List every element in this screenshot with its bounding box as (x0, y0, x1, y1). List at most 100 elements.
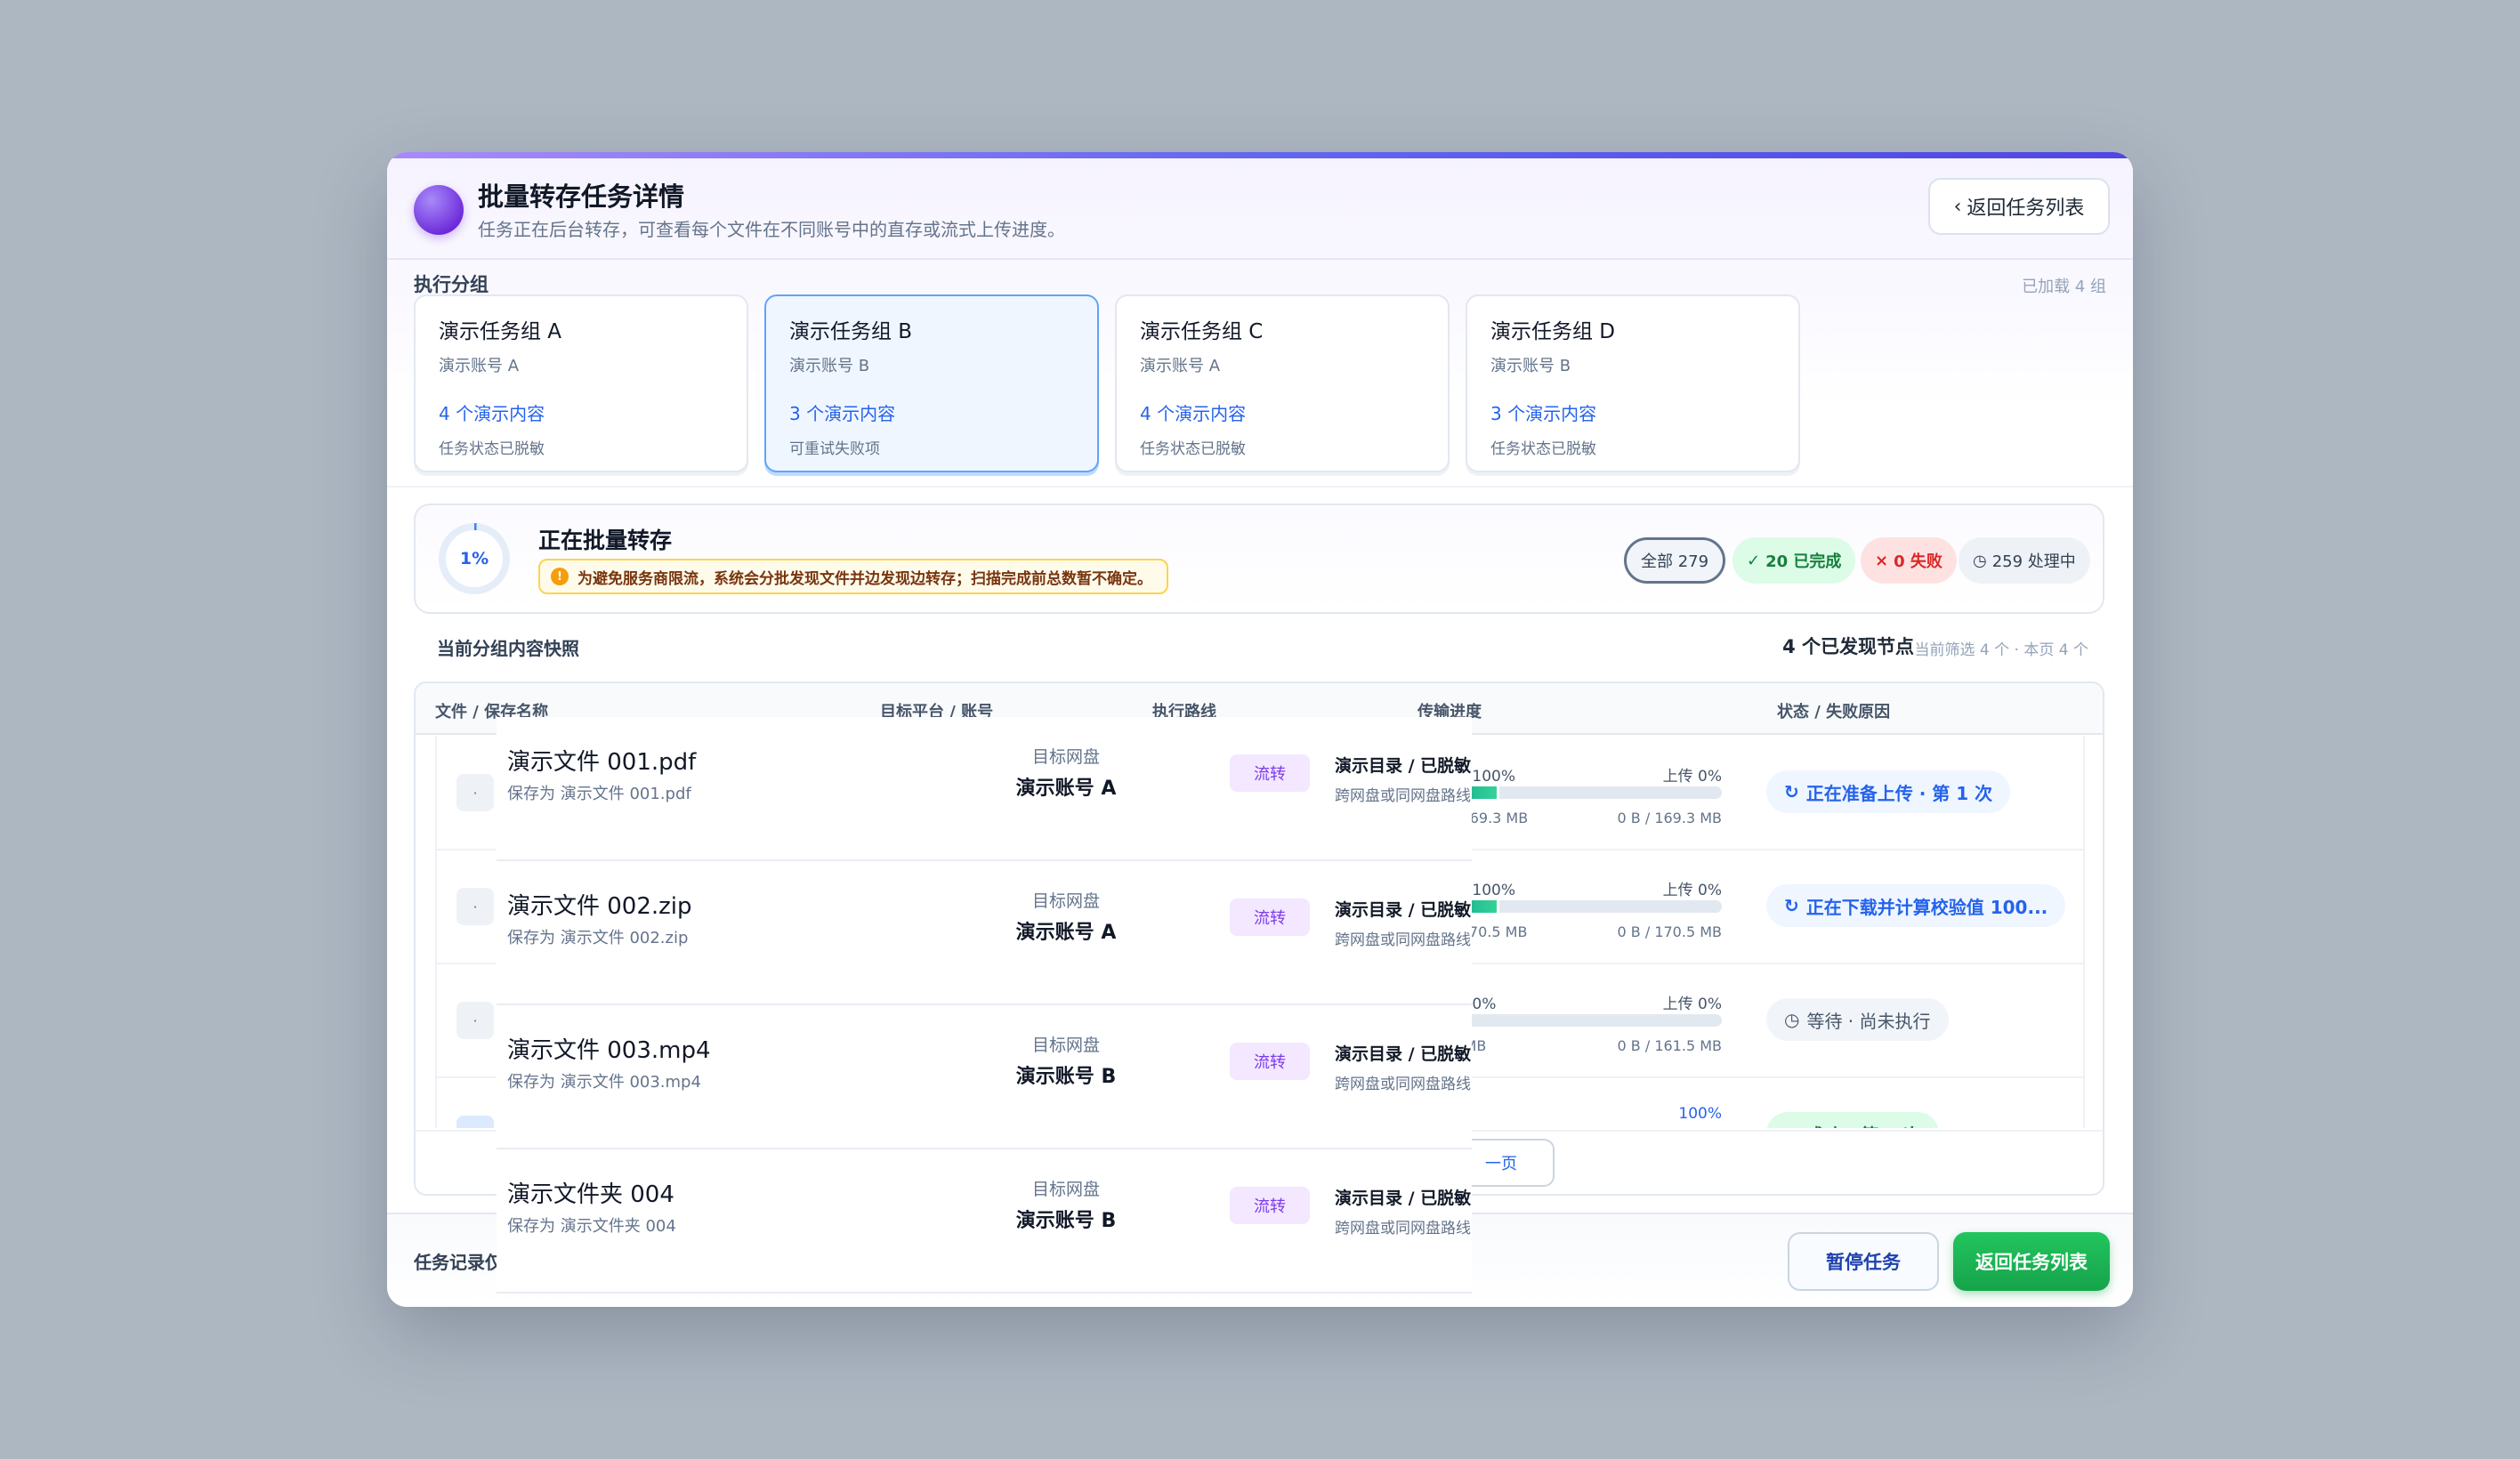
target-directory: 演示目录 / 已脱敏 (1335, 1044, 1472, 1064)
target-platform: 目标网盘 (1031, 1180, 1100, 1199)
progress-track (1437, 900, 1722, 913)
route-badge: 流转 (1230, 754, 1310, 792)
refresh-icon: ↻ (1784, 895, 1799, 916)
route-badge: 流转 (1230, 1043, 1310, 1080)
progress-percent: 1% (446, 530, 503, 587)
filter-all-label: 全部 279 (1641, 552, 1709, 571)
group-account: 演示账号 A (1140, 357, 1221, 375)
list-item[interactable]: 演示文件 003.mp4 保存为 演示文件 003.mp4 目标网盘 演示账号 … (497, 1005, 1472, 1149)
group-card-c[interactable]: 演示任务组 C 演示账号 A 4 个演示内容 任务状态已脱敏 (1115, 294, 1450, 472)
status-text: 正在准备上传 · 第 1 次 (1805, 782, 1993, 804)
group-status: 可重试失败项 (789, 440, 880, 458)
check-icon: ✓ (1747, 551, 1761, 570)
check-icon: ✓ (1784, 1123, 1799, 1128)
filter-processing-label: 259 处理中 (1991, 552, 2076, 571)
filter-fail[interactable]: × 0 失败 (1861, 537, 1957, 584)
save-as-name: 保存为 演示文件 002.zip (507, 929, 689, 947)
upload-progress-label: 上传 0% (1662, 882, 1722, 899)
folder-icon: ▪ (456, 1116, 494, 1128)
target-platform: 目标网盘 (1031, 891, 1100, 911)
uploaded-size: 0 B / 170.5 MB (1617, 923, 1722, 940)
batch-progress-panel: 1% 正在批量转存 ! 为避免服务商限流，系统会分批发现文件并边发现边转存；扫描… (414, 504, 2104, 614)
progress-track (1437, 1014, 1722, 1027)
file-name: 演示文件 002.zip (507, 893, 692, 920)
route-badge: 流转 (1230, 899, 1310, 936)
list-item[interactable]: 演示文件 002.zip 保存为 演示文件 002.zip 目标网盘 演示账号 … (497, 861, 1472, 1005)
discovered-nodes-count: 4 个已发现节点 (1782, 636, 1914, 657)
file-icon: · (456, 774, 494, 811)
back-to-list-label: 返回任务列表 (1967, 197, 2085, 220)
progress-track (1437, 786, 1722, 799)
file-rows-overlay: 演示文件 001.pdf 保存为 演示文件 001.pdf 目标网盘 演示账号 … (497, 717, 1472, 1295)
route-description: 跨网盘或同网盘路线 (1335, 1076, 1471, 1093)
route-description: 跨网盘或同网盘路线 (1335, 931, 1471, 949)
chevron-left-icon: ‹ (1953, 195, 1962, 218)
status-text: 等待 · 尚未执行 (1806, 1010, 1931, 1032)
header-divider (387, 258, 2133, 260)
group-name: 演示任务组 B (789, 320, 913, 343)
warning-icon: ! (551, 568, 569, 585)
file-icon: · (456, 888, 494, 925)
status-text: 成功 · 第 1 次 (1806, 1121, 1921, 1129)
target-account: 演示账号 B (1015, 1066, 1117, 1088)
route-description: 跨网盘或同网盘路线 (1335, 1220, 1471, 1237)
group-account: 演示账号 A (439, 357, 520, 375)
status-badge: ↻ 正在下载并计算校验值 100... (1766, 884, 2066, 927)
target-directory: 演示目录 / 已脱敏 (1335, 900, 1472, 920)
status-badge: ◷ 等待 · 尚未执行 (1766, 998, 1949, 1041)
list-item[interactable]: 演示文件夹 004 保存为 演示文件夹 004 目标网盘 演示账号 B 流转 演… (497, 1149, 1472, 1294)
snapshot-label: 当前分组内容快照 (437, 638, 579, 659)
status-text: 正在下载并计算校验值 100... (1805, 896, 2048, 918)
status-badge: ↻ 正在准备上传 · 第 1 次 (1766, 770, 2011, 813)
group-card-a[interactable]: 演示任务组 A 演示账号 A 4 个演示内容 任务状态已脱敏 (414, 294, 748, 472)
filter-done-label: 20 已完成 (1765, 552, 1842, 571)
status-badge: ✓ 成功 · 第 1 次 (1766, 1112, 1940, 1129)
target-directory: 演示目录 / 已脱敏 (1335, 756, 1472, 776)
filter-processing[interactable]: ◷ 259 处理中 (1959, 537, 2090, 584)
group-item-count: 3 个演示内容 (1490, 403, 1597, 424)
group-card-b[interactable]: 演示任务组 B 演示账号 B 3 个演示内容 可重试失败项 (764, 294, 1099, 472)
rate-limit-notice-text: 为避免服务商限流，系统会分批发现文件并边发现边转存；扫描完成前总数暂不确定。 (578, 569, 1152, 588)
group-name: 演示任务组 C (1140, 320, 1264, 343)
group-account: 演示账号 B (789, 357, 870, 375)
filter-all[interactable]: 全部 279 (1624, 537, 1726, 584)
target-directory: 演示目录 / 已脱敏 (1335, 1189, 1472, 1208)
group-status: 任务状态已脱敏 (439, 440, 545, 458)
group-status: 任务状态已脱敏 (1490, 440, 1596, 458)
target-platform: 目标网盘 (1031, 1036, 1100, 1055)
group-name: 演示任务组 D (1490, 320, 1616, 343)
modal-accent-bar (387, 152, 2133, 158)
col-status: 状态 / 失败原因 (1777, 703, 1891, 721)
rate-limit-notice: ! 为避免服务商限流，系统会分批发现文件并边发现边转存；扫描完成前总数暂不确定。 (538, 559, 1168, 594)
group-name: 演示任务组 A (439, 320, 562, 343)
group-item-count: 4 个演示内容 (439, 403, 545, 424)
file-name: 演示文件夹 004 (507, 1181, 674, 1208)
upload-progress-label: 上传 0% (1662, 768, 1722, 786)
uploaded-size: 0 B / 161.5 MB (1617, 1037, 1722, 1054)
filter-fail-label: 0 失败 (1894, 552, 1942, 571)
target-account: 演示账号 A (1015, 778, 1117, 800)
group-item-count: 4 个演示内容 (1140, 403, 1247, 424)
save-as-name: 保存为 演示文件 003.mp4 (507, 1073, 701, 1092)
upload-progress-label: 100% (1678, 1105, 1722, 1123)
back-to-list-primary-button[interactable]: 返回任务列表 (1953, 1232, 2110, 1291)
section-divider (387, 486, 2133, 488)
modal-header: 批量转存任务详情 任务正在后台转存，可查看每个文件在不同账号中的直存或流式上传进… (387, 158, 2133, 472)
pause-task-button[interactable]: 暂停任务 (1788, 1232, 1939, 1291)
group-card-d[interactable]: 演示任务组 D 演示账号 B 3 个演示内容 任务状态已脱敏 (1466, 294, 1800, 472)
groups-loaded-count: 已加载 4 组 (2022, 278, 2106, 296)
route-badge: 流转 (1230, 1187, 1310, 1224)
back-to-list-button[interactable]: ‹ 返回任务列表 (1928, 178, 2110, 235)
filter-page-meta: 当前筛选 4 个 · 本页 4 个 (1914, 641, 2088, 659)
upload-progress-label: 上传 0% (1662, 996, 1722, 1013)
target-account: 演示账号 A (1015, 922, 1117, 944)
group-status: 任务状态已脱敏 (1140, 440, 1246, 458)
route-description: 跨网盘或同网盘路线 (1335, 787, 1471, 805)
filter-done[interactable]: ✓ 20 已完成 (1732, 537, 1856, 584)
task-avatar-icon (414, 185, 464, 235)
uploaded-size: 0 B / 169.3 MB (1617, 810, 1722, 826)
file-icon: · (456, 1002, 494, 1039)
file-name: 演示文件 003.mp4 (507, 1037, 711, 1064)
list-item[interactable]: 演示文件 001.pdf 保存为 演示文件 001.pdf 目标网盘 演示账号 … (497, 717, 1472, 861)
refresh-icon: ↻ (1784, 781, 1799, 802)
